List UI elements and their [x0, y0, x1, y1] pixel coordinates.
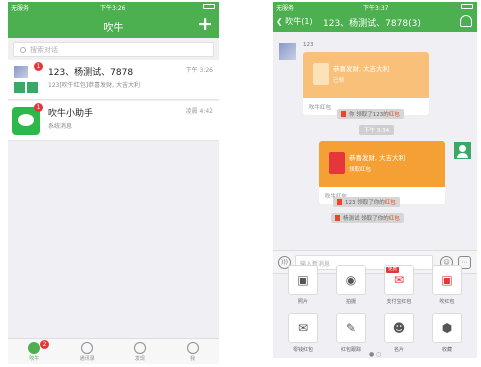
conversation-preview: 123[吹牛红包]恭喜发财, 大吉大利	[48, 82, 140, 89]
conversation-list-screen: 无服务 下午3:26 吹牛 + 搜索对话 1 123、杨测试、7878 123[…	[8, 2, 219, 364]
tab-label: 我	[190, 356, 196, 362]
tab-bar: 吹牛 2 通讯录 发现 我	[8, 338, 219, 364]
tab-contacts[interactable]: 通讯录	[61, 339, 114, 364]
plugin-label: 照片	[297, 299, 308, 305]
cash-packet-icon[interactable]: ✉	[288, 313, 318, 343]
favorite-icon[interactable]: ⬢	[432, 313, 462, 343]
red-packet-small-icon	[335, 215, 340, 221]
packet-link[interactable]: 红包	[389, 112, 400, 118]
red-packet-icon	[329, 152, 345, 174]
plugin-label: 红包跟踪	[340, 347, 361, 353]
page-title: 123、杨测试、7878(3)	[323, 19, 421, 29]
tab-badge: 2	[40, 340, 49, 349]
packet-top: 恭喜发财, 大吉大利 已领	[303, 52, 429, 98]
conversation-name: 吹牛小助手	[48, 109, 94, 119]
card-icon[interactable]: ☻	[384, 313, 414, 343]
conversation-preview: 系统消息	[48, 123, 73, 130]
packet-greeting: 恭喜发财, 大吉大利	[349, 154, 406, 162]
tab-label: 发现	[134, 356, 145, 362]
battery-icon	[461, 4, 473, 9]
member-avatar-icon	[27, 82, 38, 93]
status-bar: 无服务 下午3:26	[8, 2, 219, 12]
add-button[interactable]: +	[197, 13, 213, 35]
chat-screen: 无服务 下午3:37 ❮ 吹牛(1) 123、杨测试、7878(3) 123 恭…	[273, 2, 477, 358]
system-text: 你 领取了123的	[349, 112, 389, 118]
conversation-item[interactable]: 1 吹牛小助手 系统消息 凌晨 4:42	[8, 101, 219, 141]
conversation-time: 凌晨 4:42	[185, 108, 213, 115]
page-indicator: ● ○	[369, 351, 382, 358]
sender-avatar[interactable]	[279, 43, 296, 60]
status-bar: 无服务 下午3:37	[273, 2, 477, 12]
red-packet-small-icon	[337, 199, 342, 205]
system-message: 杨测试 领取了你的红包	[331, 213, 404, 223]
free-tag: 免费	[386, 267, 399, 273]
timestamp: 下午 3:34	[359, 125, 395, 135]
plugin-label: 名片	[393, 347, 404, 353]
conversation-time: 下午 3:26	[185, 67, 213, 74]
sender-name: 123	[303, 42, 314, 48]
packet-top: 恭喜发财, 大吉大利 领取红包	[319, 141, 445, 187]
system-message: 123 领取了你的红包	[333, 197, 400, 207]
page-title: 吹牛	[103, 23, 124, 34]
packet-link[interactable]: 红包	[385, 200, 396, 206]
tab-me[interactable]: 我	[166, 339, 219, 364]
unread-badge: 1	[34, 103, 43, 112]
carrier-label: 无服务	[11, 5, 30, 12]
red-packet-small-icon	[341, 111, 346, 117]
search-input[interactable]: 搜索对话	[13, 42, 214, 57]
plugin-label: 拍摄	[345, 299, 356, 305]
group-avatar	[14, 66, 28, 78]
carrier-label: 无服务	[276, 5, 295, 12]
compass-icon	[133, 342, 146, 354]
nav-bar: 吹牛 +	[8, 12, 219, 38]
battery-icon	[203, 4, 215, 9]
system-text: 123 领取了你的	[345, 200, 385, 206]
plugin-label: 收藏	[441, 347, 452, 353]
plugin-label: 零钱红包	[292, 347, 313, 353]
photo-icon[interactable]: ▣	[288, 265, 318, 295]
system-message: 你 领取了123的红包	[337, 109, 404, 119]
back-label: 吹牛(1)	[285, 17, 313, 26]
plugin-label: 吹红包	[439, 299, 455, 305]
tab-label: 吹牛	[29, 356, 40, 362]
alipay-packet-icon[interactable]: ✉ 免费	[384, 265, 414, 295]
search-placeholder: 搜索对话	[30, 45, 58, 54]
search-icon	[20, 46, 26, 53]
tab-label: 通讯录	[79, 356, 95, 362]
chat-icon	[28, 342, 41, 354]
packet-track-icon[interactable]: ✎	[336, 313, 366, 343]
tab-discover[interactable]: 发现	[114, 339, 167, 364]
packet-state: 领取红包	[349, 167, 372, 173]
search-bar: 搜索对话	[8, 38, 219, 60]
red-packet-card[interactable]: 恭喜发财, 大吉大利 已领 吹牛红包	[303, 52, 429, 115]
unread-badge: 1	[34, 62, 43, 71]
member-avatar-icon	[14, 82, 25, 93]
status-time: 下午3:37	[363, 5, 389, 12]
conversation-name: 123、杨测试、7878	[48, 68, 134, 78]
tab-chats[interactable]: 吹牛 2	[8, 339, 61, 364]
red-packet-icon[interactable]: ▣	[432, 265, 462, 295]
person-icon	[186, 342, 199, 354]
my-avatar-icon[interactable]	[454, 142, 471, 159]
status-time: 下午3:26	[100, 5, 126, 12]
red-packet-card[interactable]: 恭喜发财, 大吉大利 领取红包 吹牛红包	[319, 141, 445, 204]
plugin-label: 支付宝红包	[386, 299, 412, 305]
packet-link[interactable]: 红包	[389, 216, 400, 222]
camera-icon[interactable]: ◉	[336, 265, 366, 295]
packet-greeting: 恭喜发财, 大吉大利	[333, 65, 390, 73]
group-members-icon[interactable]	[460, 15, 472, 27]
packet-state: 已领	[333, 78, 345, 84]
contacts-icon	[81, 342, 94, 354]
back-button[interactable]: ❮ 吹牛(1)	[276, 16, 313, 27]
conversation-item[interactable]: 1 123、杨测试、7878 123[吹牛红包]恭喜发财, 大吉大利 下午 3:…	[8, 60, 219, 100]
opened-packet-icon	[313, 63, 329, 85]
system-text: 杨测试 领取了你的	[343, 216, 389, 222]
nav-bar: ❮ 吹牛(1) 123、杨测试、7878(3)	[273, 12, 477, 32]
chevron-left-icon: ❮	[276, 17, 283, 26]
